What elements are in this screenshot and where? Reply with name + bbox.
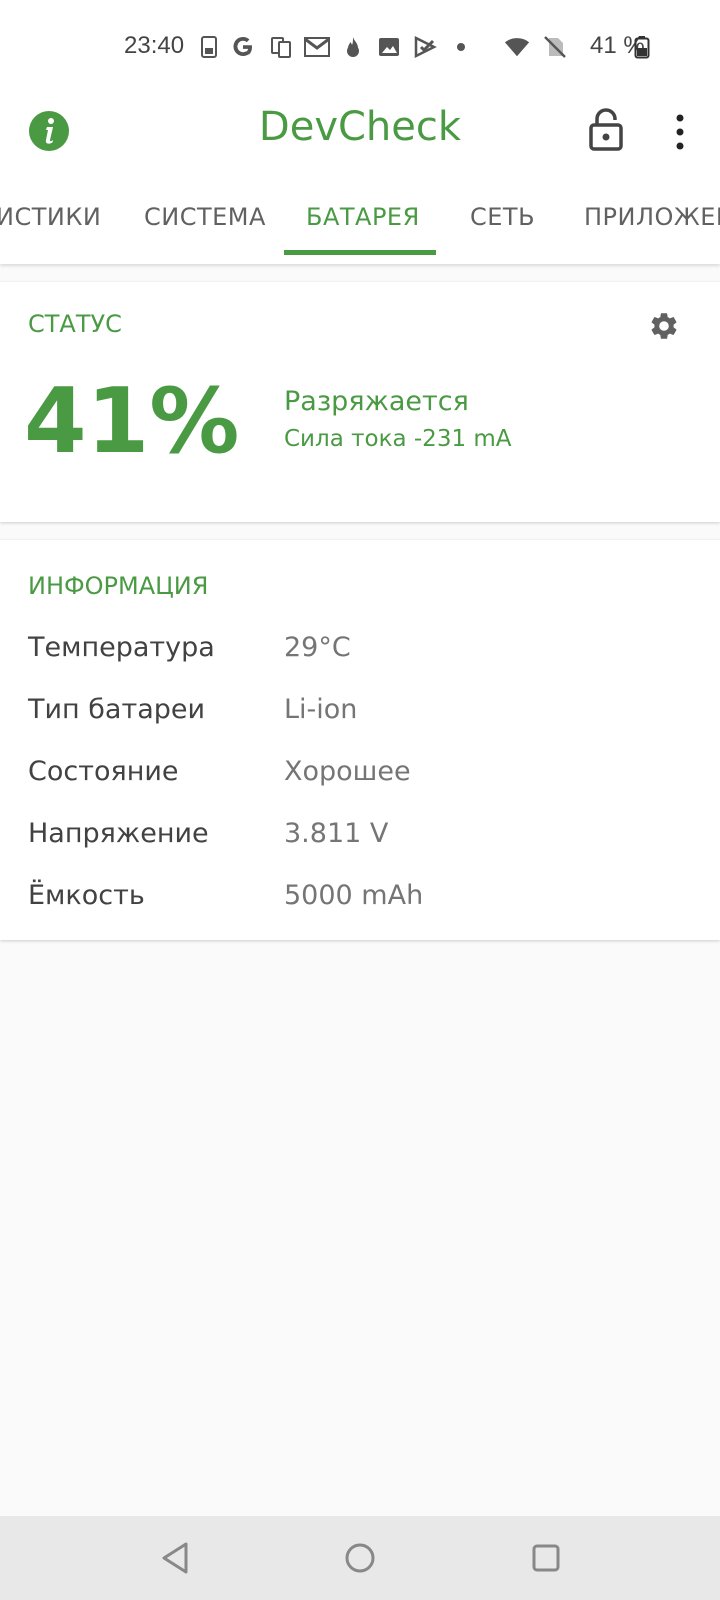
status-bar: 23:40 41 % bbox=[0, 0, 720, 96]
more-vert-icon[interactable] bbox=[664, 110, 696, 154]
info-row-temperature: Температура 29°C bbox=[0, 632, 720, 680]
info-row-health: Состояние Хорошее bbox=[0, 756, 720, 804]
info-row-battery-type: Тип батареи Li-ion bbox=[0, 694, 720, 742]
tab-characteristics[interactable]: ИСТИКИ bbox=[0, 186, 101, 258]
gmail-icon bbox=[304, 34, 330, 60]
info-label: Ёмкость bbox=[28, 880, 145, 911]
info-row-voltage: Напряжение 3.811 V bbox=[0, 818, 720, 866]
back-icon[interactable] bbox=[156, 1538, 196, 1578]
lock-icon[interactable] bbox=[588, 108, 624, 152]
info-value: 3.811 V bbox=[284, 818, 389, 849]
status-section-title: СТАТУС bbox=[28, 310, 122, 338]
tab-indicator bbox=[284, 250, 436, 255]
tab-network[interactable]: СЕТЬ bbox=[470, 186, 535, 258]
info-label: Температура bbox=[28, 632, 215, 663]
info-section-title: ИНФОРМАЦИЯ bbox=[28, 572, 209, 600]
status-time: 23:40 bbox=[124, 32, 185, 59]
status-card: СТАТУС 41% Разряжается Сила тока -231 mA bbox=[0, 282, 720, 522]
info-value: Хорошее bbox=[284, 756, 411, 787]
info-card: ИНФОРМАЦИЯ Температура 29°C Тип батареи … bbox=[0, 540, 720, 940]
fire-icon bbox=[340, 34, 366, 60]
info-label: Тип батареи bbox=[28, 694, 206, 725]
tab-battery[interactable]: БАТАРЕЯ bbox=[306, 186, 420, 258]
charging-state: Разряжается bbox=[284, 386, 469, 417]
gear-icon[interactable] bbox=[648, 310, 680, 342]
tab-system[interactable]: СИСТЕМА bbox=[144, 186, 266, 258]
info-value: 5000 mAh bbox=[284, 880, 424, 911]
dot-icon bbox=[448, 34, 474, 60]
info-value: 29°C bbox=[284, 632, 351, 663]
copy-devices-icon bbox=[268, 34, 294, 60]
tab-bar: ИСТИКИ СИСТЕМА БАТАРЕЯ СЕТЬ ПРИЛОЖЕН bbox=[0, 186, 720, 264]
tab-apps[interactable]: ПРИЛОЖЕН bbox=[584, 186, 720, 258]
wifi-icon bbox=[504, 34, 530, 60]
battery-icon bbox=[632, 34, 652, 60]
battery-level: 41% bbox=[24, 369, 240, 474]
app-toolbar: DevCheck ИСТИКИ СИСТЕМА БАТАРЕЯ СЕТЬ ПРИ… bbox=[0, 96, 720, 264]
info-label: Напряжение bbox=[28, 818, 209, 849]
google-icon bbox=[230, 34, 256, 60]
battery-current: Сила тока -231 mA bbox=[284, 426, 512, 452]
system-nav-bar bbox=[0, 1516, 720, 1600]
image-icon bbox=[376, 34, 402, 60]
play-check-icon bbox=[412, 34, 438, 60]
sim-card-icon bbox=[196, 34, 222, 60]
recents-icon[interactable] bbox=[526, 1538, 566, 1578]
info-label: Состояние bbox=[28, 756, 179, 787]
info-value: Li-ion bbox=[284, 694, 358, 725]
info-row-capacity: Ёмкость 5000 mAh bbox=[0, 880, 720, 928]
no-sim-icon bbox=[542, 34, 568, 60]
home-icon[interactable] bbox=[340, 1538, 380, 1578]
